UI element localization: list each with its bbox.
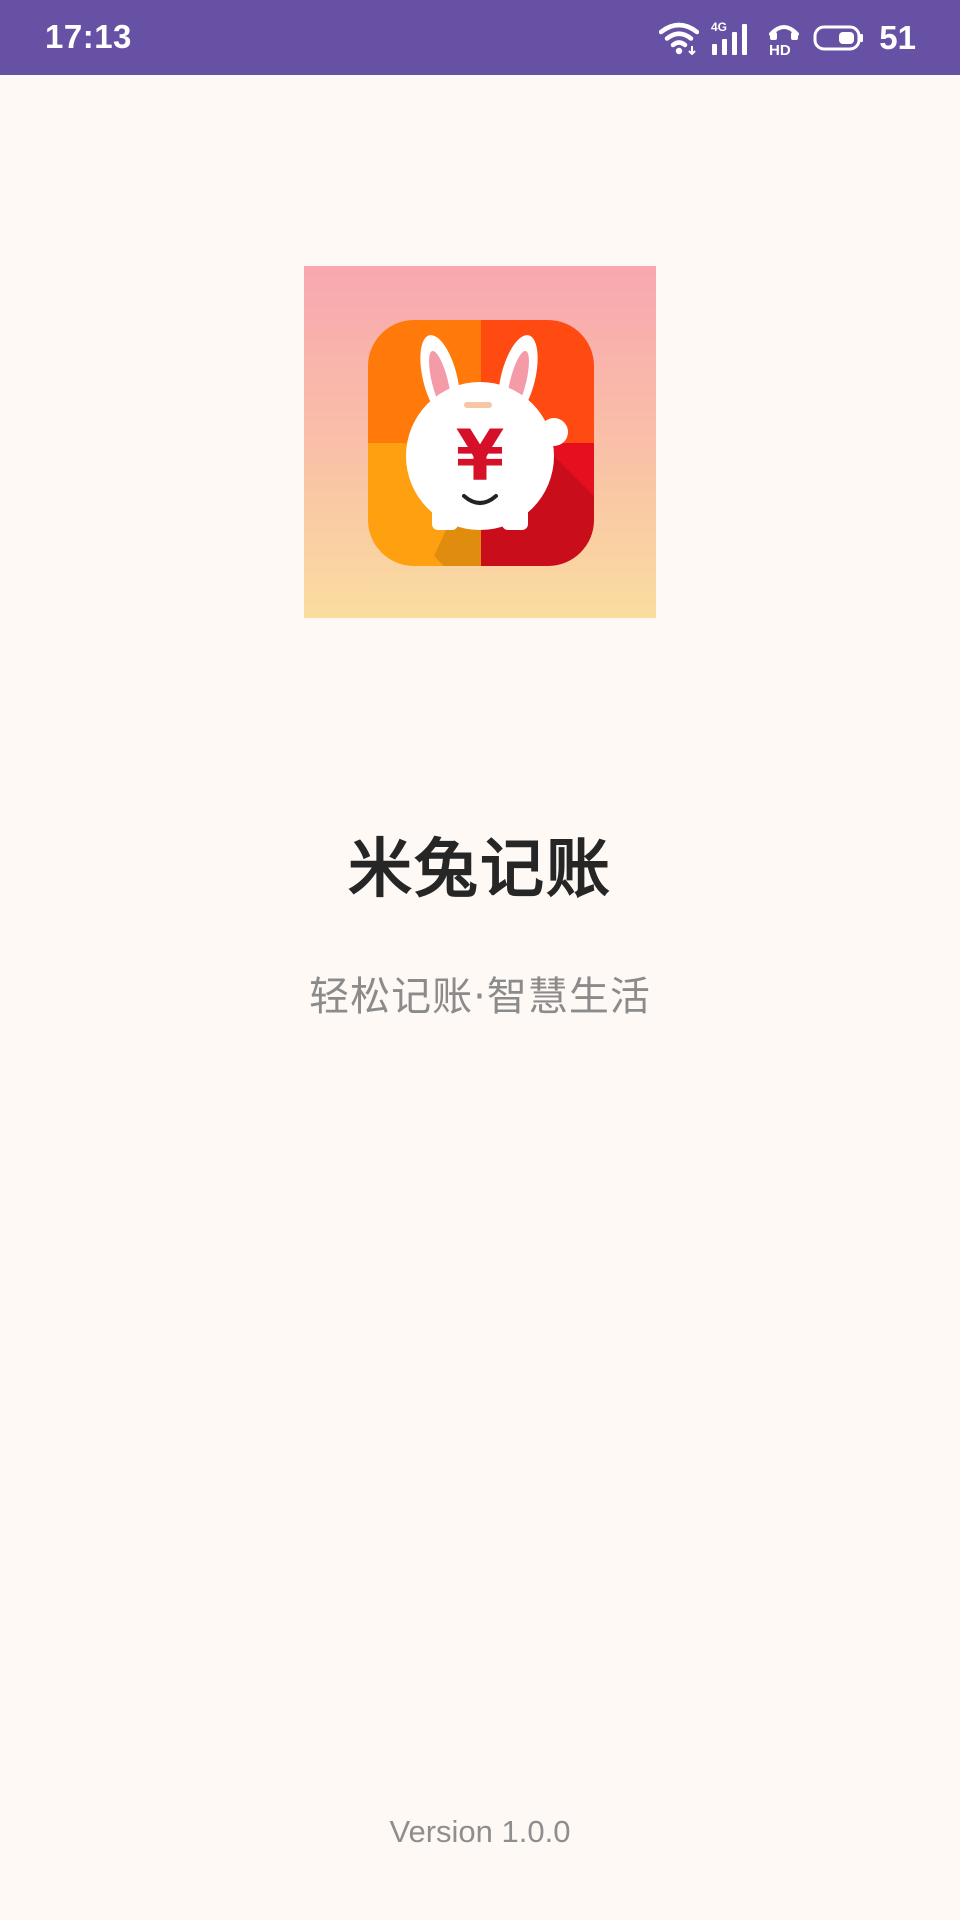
- app-title: 米兔记账: [348, 833, 612, 907]
- status-indicators: 4G HD 51: [659, 14, 916, 62]
- battery-level: 51: [879, 19, 916, 56]
- hd-label: HD: [769, 42, 791, 56]
- status-time: 17:13: [45, 18, 132, 55]
- status-bar: 17:13 4G HD 51: [0, 0, 960, 75]
- network-type-label: 4G: [711, 20, 727, 34]
- version-label: Version 1.0.0: [389, 1814, 571, 1849]
- battery-icon: [813, 24, 865, 52]
- app-slogan: 轻松记账·智慧生活: [309, 974, 651, 1020]
- wifi-icon: [659, 21, 700, 55]
- app-logo-icon: ¥: [304, 266, 656, 618]
- yen-symbol: ¥: [456, 415, 505, 497]
- signal-icon: 4G: [711, 20, 755, 56]
- hd-call-icon: HD: [767, 20, 801, 56]
